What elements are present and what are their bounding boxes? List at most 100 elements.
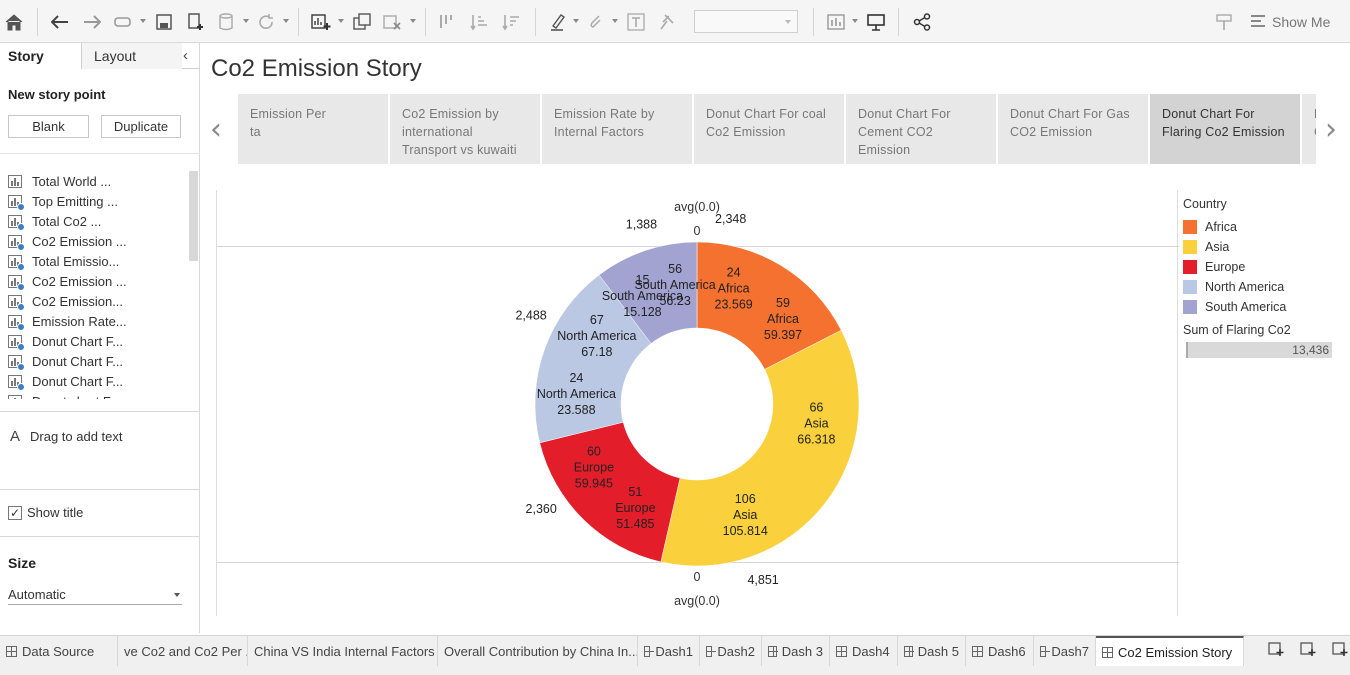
sheet-tab[interactable]: Co2 Emission Story [1096,636,1244,666]
story-sheet-item[interactable]: Co2 Emission ... [8,271,127,291]
story-list-scrollbar[interactable] [189,171,198,261]
legend-item[interactable]: Europe [1183,257,1343,277]
story-point-tab[interactable]: Donut Chart For Gas CO2 Emission [998,94,1148,164]
story-icon [1102,646,1113,658]
story-sheet-item[interactable]: Donut Chart F... [8,371,123,391]
new-worksheet-icon[interactable] [310,9,332,35]
sheet-tab-label: China VS India Internal Factors [254,643,435,659]
legend-item[interactable]: South America [1183,297,1343,317]
presentation-mode-icon[interactable] [866,9,886,35]
sheet-tab[interactable]: Overall Contribution by China In... [438,636,638,666]
duplicate-sheet-icon[interactable] [352,9,372,35]
segment-label-line: 56.23 [659,294,690,308]
segment-label-line: 66.318 [797,433,835,447]
sort-ascending-icon[interactable] [469,9,489,35]
segment-label-line: 15.128 [623,305,661,319]
sheet-tab[interactable]: Dash7 [1034,636,1096,666]
tab-layout[interactable]: Layout [82,43,182,69]
show-title-checkbox[interactable]: ✓ Show title [8,505,83,520]
worksheet-icon [8,374,25,391]
story-sheet-item[interactable]: Total World ... [8,171,111,191]
swap-rows-columns-icon[interactable] [437,9,457,35]
story-point-tab[interactable]: Donut Chart For Cement CO2 Emission [846,94,996,164]
presenter-icon[interactable] [1214,9,1234,35]
story-sheet-item[interactable]: Top Emitting ... [8,191,118,211]
story-sheet-item[interactable]: Total Co2 ... [8,211,101,231]
drag-to-add-text[interactable]: A Drag to add text [10,428,123,445]
home-icon[interactable] [4,9,24,35]
sheet-tab[interactable]: Dash1 [638,636,700,666]
story-sheet-list: Total World ... Top Emitting ... Total Co2… [0,171,200,399]
sheet-tab[interactable]: Dash2 [700,636,762,666]
sort-descending-icon[interactable] [501,9,521,35]
sheet-tab[interactable]: Data Source [0,636,118,666]
new-datasource-icon[interactable] [186,9,206,35]
story-sheet-item[interactable]: Donut chart F... [8,391,120,399]
pause-updates-icon[interactable] [216,9,236,35]
sheet-tab[interactable]: Dash 3 [762,636,830,666]
sheet-tab[interactable]: China VS India Internal Factors [248,636,438,666]
legend-title: Country [1183,197,1227,211]
share-icon[interactable] [912,9,932,35]
undo-icon[interactable] [50,9,70,35]
redo-icon[interactable] [82,9,102,35]
collapse-pane-icon[interactable]: ‹ [183,47,188,64]
group-members-icon[interactable] [586,9,606,35]
dashboard-icon [972,645,983,657]
show-mark-labels-icon[interactable] [626,9,646,35]
story-sheet-item[interactable]: Total Emissio... [8,251,119,271]
show-cards-icon[interactable] [826,9,848,35]
sheet-tab[interactable]: Dash6 [966,636,1034,666]
legend-item[interactable]: Asia [1183,237,1343,257]
segment-label-line: Africa [718,282,750,296]
new-story-icon[interactable] [1330,641,1350,661]
donut-slice-europe[interactable] [539,421,681,563]
story-point-tab[interactable]: Donut Chart For coal Co2 Emission [694,94,844,164]
used-in-story-icon [17,382,25,391]
save-icon[interactable] [154,9,174,35]
story-point-tab[interactable]: Co2 Emission by international Transport … [390,94,540,164]
highlight-icon[interactable] [548,9,568,35]
story-sheet-item[interactable]: Donut Chart F... [8,331,123,351]
refresh-icon[interactable] [256,9,276,35]
chevron-down-icon [174,593,180,597]
toolbar: Show Me [0,0,1350,43]
sheet-tab-label: Dash 3 [781,643,823,659]
pin-icon[interactable] [657,9,677,35]
worksheet-icon [8,254,25,271]
story-sheet-item[interactable]: Donut Chart F... [8,351,123,371]
new-dashboard-icon[interactable] [1298,641,1318,661]
story-navigator: ‹ Emission Per ta Co2 Emission by interna… [208,94,1350,164]
story-sheet-item[interactable]: Emission Rate... [8,311,127,331]
dashboard-icon [768,645,778,657]
story-point-tab[interactable]: Donut Co2 Em [1302,94,1316,164]
duplicate-button[interactable]: Duplicate [101,115,181,138]
worksheet-icon [8,174,22,188]
new-worksheet-icon[interactable] [1266,641,1286,661]
story-point-tab[interactable]: Emission Per ta [238,94,388,164]
fit-select[interactable] [694,10,798,33]
segment-label-line: 67 [590,313,604,327]
story-point-tab[interactable]: Donut Chart For Flaring Co2 Emission [1150,94,1300,164]
sheet-tab-label: Dash4 [852,643,890,659]
sheet-tab[interactable]: Dash4 [830,636,898,666]
story-sheet-item[interactable]: Co2 Emission ... [8,231,127,251]
blank-button[interactable]: Blank [8,115,89,138]
story-point-tab[interactable]: Emission Rate by Internal Factors [542,94,692,164]
show-me-button[interactable]: Show Me [1250,11,1330,33]
clear-sheet-icon[interactable] [382,9,402,35]
used-in-story-icon [17,322,25,331]
replay-icon[interactable] [112,9,134,35]
sheet-tab[interactable]: Dash 5 [898,636,966,666]
pane-tabs: Story Layout ‹ [0,43,200,69]
legend-item[interactable]: North America [1183,277,1343,297]
sheet-tab[interactable]: ve Co2 and Co2 Per ... [118,636,248,666]
segment-label-line: 66 [809,401,823,415]
dashboard-icon [644,645,655,657]
size-dropdown[interactable]: Automatic [8,585,182,605]
next-point-icon[interactable]: › [1325,112,1337,147]
previous-point-icon[interactable]: ‹ [210,112,222,147]
story-sheet-item[interactable]: Co2 Emission... [8,291,123,311]
legend-item[interactable]: Africa [1183,217,1343,237]
tab-story[interactable]: Story [0,43,82,69]
